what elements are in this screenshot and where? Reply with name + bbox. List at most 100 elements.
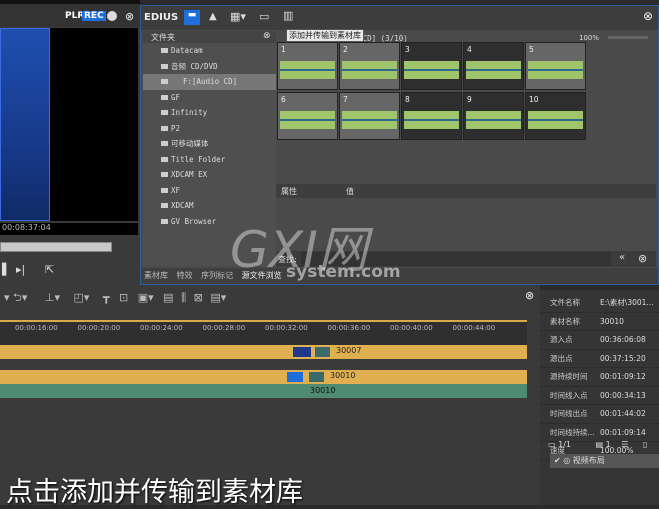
grid-view-icon[interactable]: ▦▾ — [230, 10, 246, 23]
zoom-level: 100% — [579, 34, 600, 42]
next-frame-icon[interactable]: ▸| — [16, 263, 25, 276]
waveform — [342, 111, 397, 129]
video-frame — [0, 28, 50, 221]
ruler-tick: 00:00:24:00 — [140, 324, 183, 332]
folder-item[interactable]: Title Folder — [143, 152, 276, 168]
info-key: 源出点 — [550, 353, 573, 363]
zoom-slider[interactable] — [608, 36, 648, 39]
waveform — [280, 61, 335, 79]
layer-icon: ▭ — [548, 440, 556, 449]
waveform — [466, 61, 521, 79]
folder-item-selected[interactable]: F:[Audio CD] — [143, 74, 276, 90]
player-panel: PLR REC ⊗ 00:08:37:04 ▌ ▸| ⇱ — [0, 0, 140, 285]
waveform — [528, 61, 583, 79]
audio-clip[interactable]: 8 — [401, 92, 462, 140]
checkbox[interactable]: ✔ — [554, 456, 561, 465]
timecode: 00:08:37:04 — [0, 223, 138, 235]
play-icon[interactable]: ▌ — [2, 263, 10, 276]
folder-item[interactable]: XDCAM EX — [143, 167, 276, 183]
clip-thumbnail — [287, 372, 303, 382]
tool-icon[interactable]: ┳ — [103, 291, 110, 304]
minimize-icon[interactable] — [107, 11, 117, 21]
audio-clip[interactable]: 7 — [339, 92, 400, 140]
property-column: 属性 — [281, 187, 297, 196]
app-title: EDIUS — [144, 12, 179, 23]
ruler-tick: 00:00:20:00 — [77, 324, 121, 332]
clip-label: 10 — [529, 95, 539, 104]
scrub-bar[interactable] — [0, 242, 112, 252]
info-row: 时间线出点 00:01:44:02 — [540, 405, 659, 424]
info-row: 源持续时间 00:01:09:12 — [540, 368, 659, 387]
audio-clip[interactable]: 2 — [339, 42, 400, 90]
info-value: 00:01:09:12 — [600, 372, 646, 381]
clip-thumbnail — [309, 372, 324, 382]
info-row: 源入点 00:36:06:08 — [540, 331, 659, 350]
info-value: 00:37:15:20 — [600, 353, 646, 363]
undo-icon[interactable]: ▾ ⮌▾ — [4, 291, 27, 304]
folder-item[interactable]: GF — [143, 90, 276, 106]
folder-item[interactable]: XF — [143, 183, 276, 199]
watermark-site: system.com — [286, 262, 401, 282]
folder-icon[interactable]: ▬ — [184, 10, 200, 25]
info-panel: 文件名称 E:\素材\3001... 素材名称 30010 源入点 00:36:06:08… — [540, 290, 659, 505]
close-icon[interactable]: ⊗ — [525, 289, 534, 302]
audio-clip[interactable]: 6 — [277, 92, 338, 140]
clear-search-icon[interactable]: ⊗ — [638, 252, 647, 265]
clip-label: 9 — [467, 95, 472, 104]
mixer-icon[interactable]: ⫼ — [181, 291, 186, 304]
effect-icon: ▤ — [595, 440, 604, 449]
clip-label: 30010 — [310, 386, 336, 395]
export-icon[interactable]: ▤▾ — [210, 291, 226, 304]
folder-item[interactable]: P2 — [143, 121, 276, 137]
close-icon[interactable]: ⊗ — [643, 9, 653, 23]
effect-row[interactable]: ✔ ◎ 视频布局 — [550, 454, 659, 468]
audio-clip[interactable]: 5 — [525, 42, 586, 90]
export-icon[interactable]: ⇱ — [45, 263, 54, 276]
audio-clip[interactable]: 3 — [401, 42, 462, 90]
list-icon[interactable]: ☰ — [621, 440, 628, 449]
video-clip-track[interactable]: 30010 — [0, 370, 527, 384]
folder-item[interactable]: 可移动媒体 — [143, 136, 276, 152]
clip-label: 7 — [343, 95, 348, 104]
collapse-icon[interactable]: « — [619, 252, 625, 263]
upload-icon[interactable]: ▲ — [209, 11, 217, 22]
properties-header: 属性 值 — [276, 184, 656, 198]
video-clip-track[interactable]: 30007 — [0, 345, 527, 359]
info-value: 00:00:34:13 — [600, 390, 646, 400]
delete-icon[interactable]: ▯ — [643, 440, 647, 449]
info-row: 时间线入点 00:00:34:13 — [540, 387, 659, 405]
window-icon[interactable]: ▭ — [259, 10, 269, 23]
waveform — [280, 111, 335, 129]
tab-effects[interactable]: 特效 — [174, 268, 196, 284]
library-toolbar: EDIUS ▬ ▲ ▦▾ ▭ ▥ ⊗ — [141, 6, 658, 30]
player-header: PLR REC ⊗ — [0, 0, 140, 27]
list-icon[interactable]: ▤ — [163, 291, 173, 304]
time-ruler[interactable]: 00:00:16:00 00:00:20:00 00:00:24:00 00:00:2… — [0, 320, 527, 345]
clip-thumbnail — [293, 347, 311, 357]
subtitle: 点击添加并传输到素材库 — [6, 477, 303, 508]
clip-label: 30007 — [336, 346, 362, 355]
rec-button[interactable]: REC — [82, 11, 106, 21]
render-icon[interactable]: ▣▾ — [138, 291, 154, 304]
folder-item[interactable]: Datacam — [143, 43, 276, 59]
folder-item[interactable]: Infinity — [143, 105, 276, 121]
capture-icon[interactable]: ⊠ — [194, 291, 203, 304]
folder-item[interactable]: 音频 CD/DVD — [143, 59, 276, 75]
add-transfer-icon[interactable]: ▥ — [283, 9, 293, 22]
marker-icon[interactable]: ⊥▾ — [45, 291, 60, 304]
audio-clip[interactable]: 9 — [463, 92, 524, 140]
close-icon[interactable]: ⊗ — [125, 10, 134, 23]
tooltip: 添加并传输到素材库 — [286, 29, 364, 42]
effect-label: 视频布局 — [572, 456, 605, 465]
audio-clip[interactable]: 1 — [277, 42, 338, 90]
audio-clip-track[interactable]: 30010 — [0, 384, 527, 398]
audio-clip[interactable]: 4 — [463, 42, 524, 90]
info-value: 00:01:09:14 — [600, 427, 646, 437]
audio-clip[interactable]: 10 — [525, 92, 586, 140]
split-icon[interactable]: ◰▾ — [73, 291, 89, 304]
insert-icon[interactable]: ⊡ — [119, 291, 128, 304]
ruler-tick: 00:00:16:00 — [15, 324, 58, 332]
waveform — [404, 111, 459, 129]
tab-bin[interactable]: 素材库 — [141, 268, 171, 284]
folder-close-icon[interactable]: ⊗ — [263, 31, 271, 41]
